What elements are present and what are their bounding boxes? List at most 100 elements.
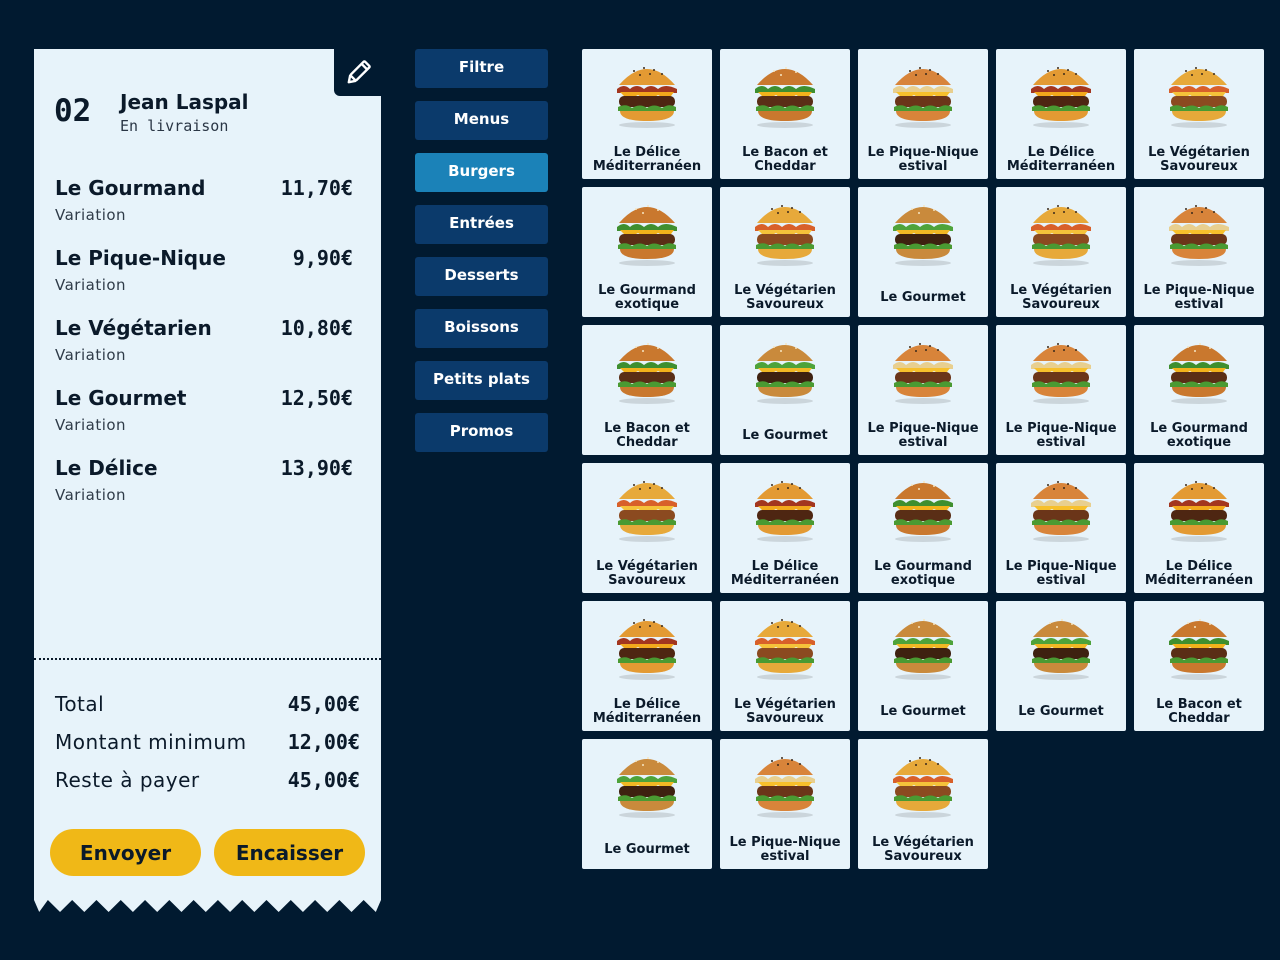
burger-image — [1169, 343, 1229, 404]
send-button[interactable]: Envoyer — [50, 829, 201, 876]
product-name: Le Délice Méditerranéen — [1006, 145, 1116, 174]
category-starters[interactable]: Entrées — [415, 205, 548, 244]
burger-image — [617, 757, 677, 818]
product-card[interactable]: Le Gourmand exotique — [582, 187, 712, 317]
product-name: Le Végétarien Savoureux — [1148, 145, 1250, 174]
burger-image — [893, 67, 953, 128]
order-line-price: 10,80€ — [280, 316, 353, 340]
product-card[interactable]: Le Bacon et Cheddar — [720, 49, 850, 179]
product-card[interactable]: Le Gourmet — [996, 601, 1126, 731]
order-line-price: 9,90€ — [292, 246, 353, 270]
product-card[interactable]: Le Délice Méditerranéen — [582, 49, 712, 179]
category-menus[interactable]: Menus — [415, 101, 548, 140]
order-status: En livraison — [120, 117, 229, 135]
product-card[interactable]: Le Délice Méditerranéen — [996, 49, 1126, 179]
burger-image — [1169, 619, 1229, 680]
burger-image — [893, 205, 953, 266]
product-card[interactable]: Le Délice Méditerranéen — [720, 463, 850, 593]
order-line-variation: Variation — [55, 206, 127, 224]
remaining-label: Reste à payer — [55, 768, 200, 792]
product-card[interactable]: Le Végétarien Savoureux — [720, 601, 850, 731]
product-card[interactable]: Le Pique-Nique estival — [858, 325, 988, 455]
product-card[interactable]: Le Gourmet — [720, 325, 850, 455]
order-line[interactable]: Le Végétarien 10,80€ Variation — [55, 316, 353, 386]
burger-image — [755, 205, 815, 266]
cash-in-button[interactable]: Encaisser — [214, 829, 365, 876]
burger-image — [755, 619, 815, 680]
burger-image — [617, 619, 677, 680]
remaining-row: Reste à payer 45,00€ — [55, 768, 360, 806]
burger-image — [1031, 205, 1091, 266]
minimum-amount-value: 12,00€ — [287, 730, 360, 754]
product-card[interactable]: Le Délice Méditerranéen — [582, 601, 712, 731]
category-desserts[interactable]: Desserts — [415, 257, 548, 296]
order-line-price: 12,50€ — [280, 386, 353, 410]
product-name: Le Pique-Nique estival — [1143, 283, 1255, 312]
order-line-price: 11,70€ — [280, 176, 353, 200]
product-name: Le Pique-Nique estival — [729, 835, 841, 864]
product-card[interactable]: Le Végétarien Savoureux — [1134, 49, 1264, 179]
burger-image — [893, 619, 953, 680]
category-promos[interactable]: Promos — [415, 413, 548, 452]
product-card[interactable]: Le Pique-Nique estival — [996, 463, 1126, 593]
product-card[interactable]: Le Pique-Nique estival — [720, 739, 850, 869]
burger-image — [893, 481, 953, 542]
minimum-amount-label: Montant minimum — [55, 730, 247, 754]
product-card[interactable]: Le Végétarien Savoureux — [582, 463, 712, 593]
category-small-dishes[interactable]: Petits plats — [415, 361, 548, 400]
burger-image — [1031, 343, 1091, 404]
burger-image — [755, 67, 815, 128]
edit-order-button[interactable] — [334, 49, 381, 96]
order-line-variation: Variation — [55, 416, 127, 434]
product-card[interactable]: Le Gourmet — [858, 601, 988, 731]
product-card[interactable]: Le Gourmet — [858, 187, 988, 317]
product-card[interactable]: Le Pique-Nique estival — [858, 49, 988, 179]
order-line[interactable]: Le Pique-Nique 9,90€ Variation — [55, 246, 353, 316]
product-name: Le Délice Méditerranéen — [592, 697, 702, 726]
product-card[interactable]: Le Délice Méditerranéen — [1134, 463, 1264, 593]
product-card[interactable]: Le Gourmand exotique — [858, 463, 988, 593]
product-card[interactable]: Le Bacon et Cheddar — [1134, 601, 1264, 731]
burger-image — [1031, 67, 1091, 128]
product-name: Le Bacon et Cheddar — [604, 421, 690, 450]
burger-image — [1031, 619, 1091, 680]
product-name: Le Végétarien Savoureux — [734, 283, 836, 312]
category-burgers[interactable]: Burgers — [415, 153, 548, 192]
product-name: Le Végétarien Savoureux — [596, 559, 698, 588]
product-card[interactable]: Le Gourmand exotique — [1134, 325, 1264, 455]
category-drinks[interactable]: Boissons — [415, 309, 548, 348]
product-card[interactable]: Le Végétarien Savoureux — [720, 187, 850, 317]
product-card[interactable]: Le Végétarien Savoureux — [858, 739, 988, 869]
product-name: Le Végétarien Savoureux — [734, 697, 836, 726]
burger-image — [617, 67, 677, 128]
product-grid: Le Délice Méditerranéen Le Bacon et Chedd… — [582, 49, 1264, 869]
order-line[interactable]: Le Gourmet 12,50€ Variation — [55, 386, 353, 456]
burger-image — [1169, 205, 1229, 266]
product-name: Le Gourmet — [1018, 704, 1104, 719]
product-name: Le Pique-Nique estival — [1005, 559, 1117, 588]
product-card[interactable]: Le Bacon et Cheddar — [582, 325, 712, 455]
product-card[interactable]: Le Gourmet — [582, 739, 712, 869]
order-line-name: Le Végétarien — [55, 316, 212, 340]
customer-name: Jean Laspal — [120, 90, 249, 114]
order-line[interactable]: Le Gourmand 11,70€ Variation — [55, 176, 353, 246]
product-card[interactable]: Le Végétarien Savoureux — [996, 187, 1126, 317]
order-number: 02 — [54, 93, 92, 129]
order-line-name: Le Gourmet — [55, 386, 187, 410]
product-card[interactable]: Le Pique-Nique estival — [1134, 187, 1264, 317]
product-name: Le Gourmet — [604, 842, 690, 857]
burger-image — [893, 343, 953, 404]
product-name: Le Bacon et Cheddar — [742, 145, 828, 174]
burger-image — [755, 343, 815, 404]
order-totals: Total 45,00€ Montant minimum 12,00€ Rest… — [55, 692, 360, 806]
burger-image — [617, 205, 677, 266]
product-name: Le Délice Méditerranéen — [730, 559, 840, 588]
product-card[interactable]: Le Pique-Nique estival — [996, 325, 1126, 455]
remaining-value: 45,00€ — [287, 768, 360, 792]
product-name: Le Végétarien Savoureux — [872, 835, 974, 864]
category-filter[interactable]: Filtre — [415, 49, 548, 88]
total-row: Total 45,00€ — [55, 692, 360, 730]
order-line[interactable]: Le Délice 13,90€ Variation — [55, 456, 353, 526]
product-name: Le Pique-Nique estival — [867, 421, 979, 450]
product-name: Le Délice Méditerranéen — [1144, 559, 1254, 588]
